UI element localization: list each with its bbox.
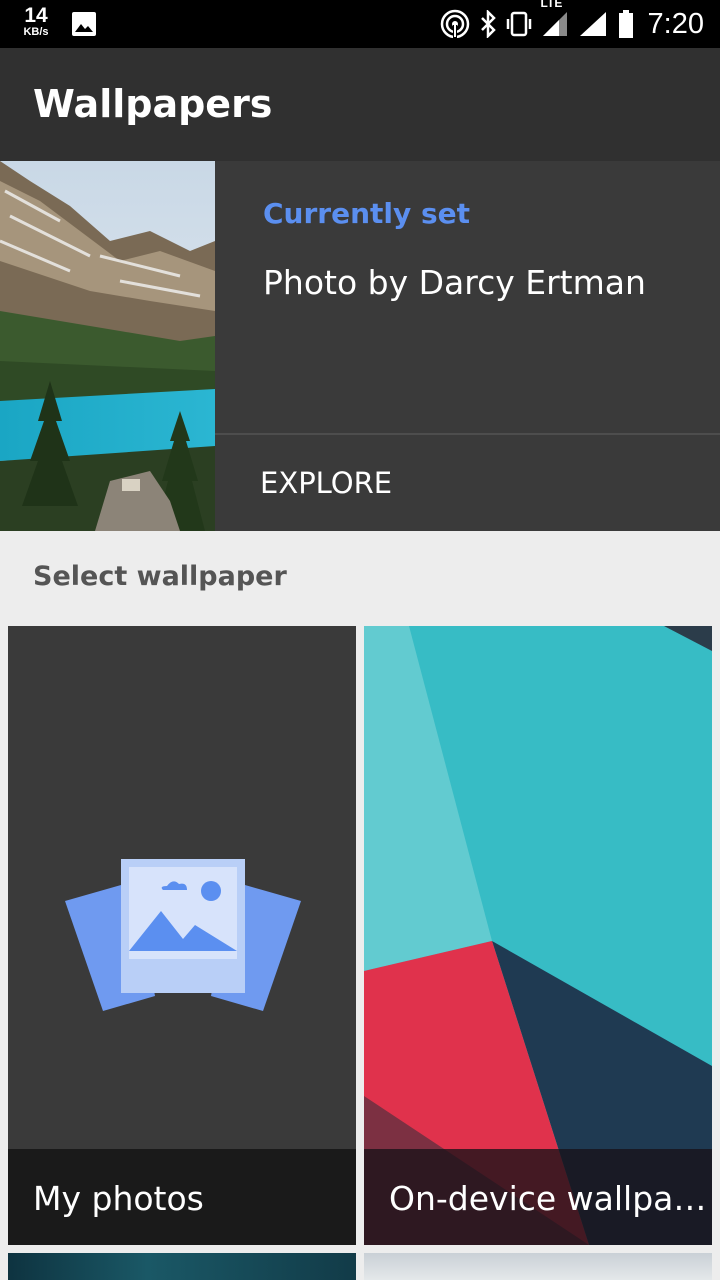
status-bar: 14 KB/s LTE 7:20 [0, 0, 720, 48]
bluetooth-icon [479, 10, 506, 38]
current-wallpaper-thumbnail[interactable] [0, 161, 215, 531]
current-wallpaper-card: Currently set Photo by Darcy Ertman EXPL… [0, 161, 720, 531]
wallpaper-tile-partial[interactable] [8, 1253, 356, 1280]
wallpaper-tile-partial[interactable] [364, 1253, 712, 1280]
on-device-wallpapers-tile[interactable]: On-device wallpa… [364, 626, 712, 1245]
lte-label: LTE [540, 0, 563, 10]
gallery-icon [71, 11, 97, 42]
network-speed-unit: KB/s [23, 26, 49, 38]
battery-icon [617, 9, 644, 39]
my-photos-tile[interactable]: My photos [8, 626, 356, 1245]
vibrate-icon [506, 10, 541, 38]
clock: 7:20 [647, 7, 704, 40]
network-speed: 14 KB/s [18, 5, 54, 38]
current-wallpaper-title: Photo by Darcy Ertman [263, 263, 646, 302]
page-title: Wallpapers [33, 82, 273, 126]
photos-icon [65, 851, 301, 1026]
app-bar: Wallpapers [0, 48, 720, 161]
currently-set-label: Currently set [263, 197, 471, 230]
my-photos-label: My photos [33, 1179, 204, 1218]
hotspot-icon [440, 9, 479, 39]
wifi-signal-icon [578, 10, 617, 38]
tile-caption: On-device wallpa… [364, 1149, 712, 1245]
explore-button[interactable]: EXPLORE [215, 435, 720, 531]
select-wallpaper-heading: Select wallpaper [33, 561, 287, 592]
network-speed-value: 14 [24, 4, 48, 27]
tile-caption: My photos [8, 1149, 356, 1245]
on-device-wallpapers-label: On-device wallpa… [389, 1179, 707, 1218]
lte-signal-icon: LTE [541, 0, 578, 38]
